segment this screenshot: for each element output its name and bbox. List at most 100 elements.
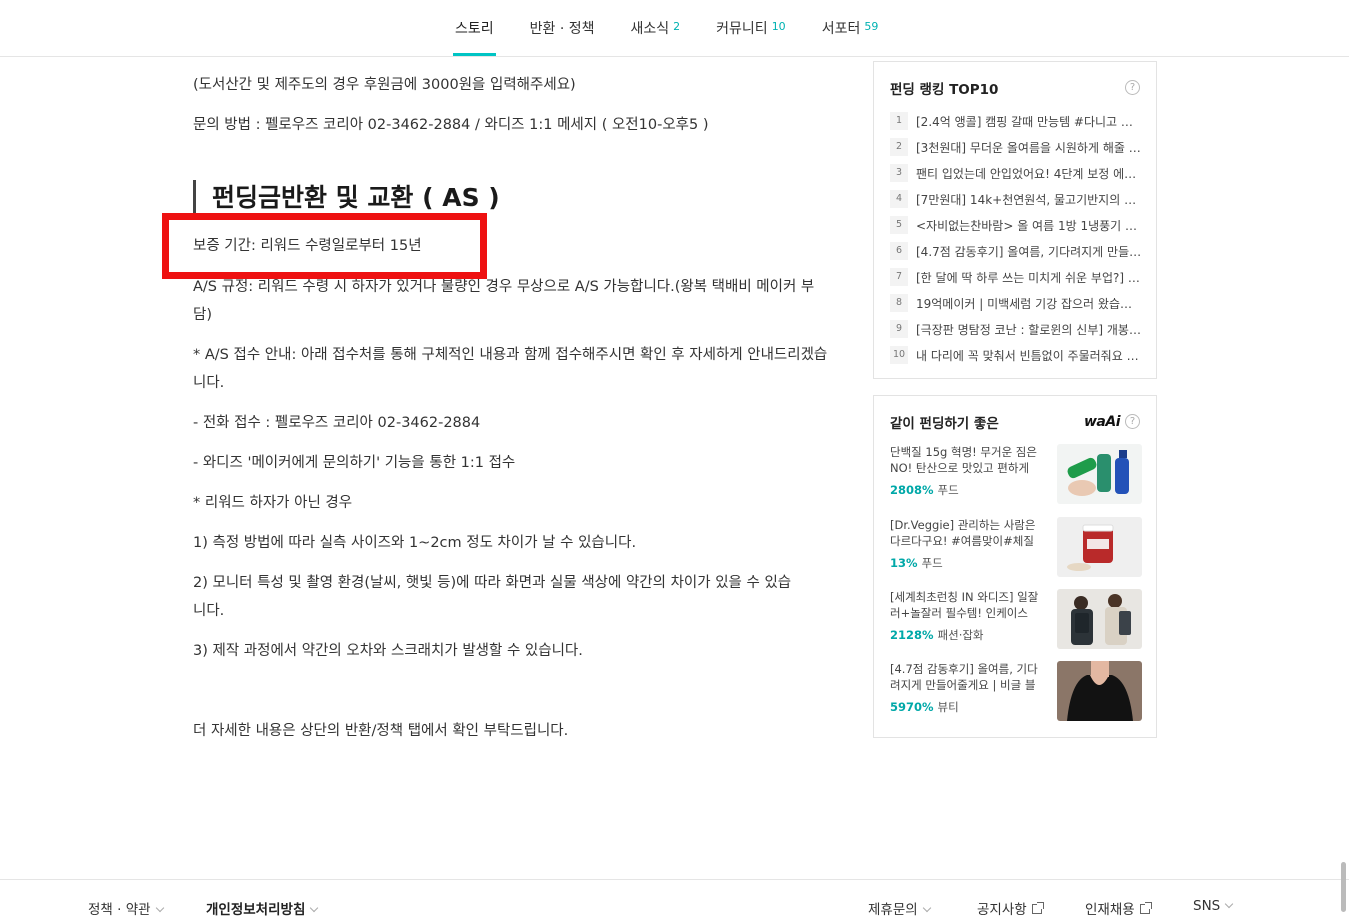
rank-title: 팬티 입었는데 안입었어요! 4단계 보정 에어 팬티	[916, 166, 1142, 181]
footer-label: 인재채용	[1085, 902, 1135, 918]
rank-title: [3천원대] 무더운 올여름을 시원하게 해줄 냉감 이불	[916, 140, 1142, 155]
category-label: 패션·잡화	[937, 628, 984, 642]
ranking-item[interactable]: 7 [한 달에 딱 하루 쓰는 미치게 쉬운 부업?] 카드	[890, 264, 1144, 290]
rank-title: 19억메이커 | 미백세럼 기강 잡으러 왔습니다	[916, 296, 1142, 311]
ranking-panel: 펀딩 랭킹 TOP10 ? 1 [2.4억 앵콜] 캠핑 갈때 만능템 #다니고 …	[873, 61, 1157, 379]
ranking-item[interactable]: 9 [극장판 명탐정 코난 : 할로윈의 신부] 개봉 기념	[890, 316, 1144, 342]
rank-title: [한 달에 딱 하루 쓰는 미치게 쉬운 부업?] 카드	[916, 270, 1142, 285]
chevron-down-icon	[1225, 899, 1234, 909]
rank-number: 9	[890, 320, 908, 338]
product-thumbnail	[1057, 444, 1142, 504]
footer-label: 개인정보처리방침	[206, 902, 306, 918]
recommend-item-meta: 2808% 푸드	[890, 482, 959, 498]
chevron-down-icon	[155, 903, 164, 913]
ranking-item[interactable]: 1 [2.4억 앵콜] 캠핑 갈때 만능템 #다니고 휴대용 캠핑 의자	[890, 108, 1144, 134]
footer-recruit-link[interactable]: 인재채용	[1085, 898, 1152, 918]
wadiz-text: - 와디즈 '메이커에게 문의하기' 기능을 통한 1:1 접수	[193, 455, 516, 471]
chevron-down-icon	[922, 903, 931, 913]
recommend-item-meta: 5970% 뷰티	[890, 699, 959, 715]
ranking-item[interactable]: 8 19억메이커 | 미백세럼 기강 잡으러 왔습니다	[890, 290, 1144, 316]
footer-label: 공지사항	[977, 902, 1027, 918]
story-text: (도서산간 및 제주도의 경우 후원금에 3000원을 입력해주세요)	[193, 77, 576, 93]
as-guide-text: * A/S 접수 안내: 아래 접수처를 통해 구체적인 내용과 함께 접수해주…	[193, 347, 828, 391]
tab-label: 커뮤니티	[716, 21, 768, 37]
help-icon[interactable]: ?	[1125, 80, 1140, 95]
tab-community[interactable]: 커뮤니티 10	[716, 0, 786, 56]
tab-story[interactable]: 스토리	[453, 0, 496, 56]
rank-title: [7만원대] 14k+천연원석, 물고기반지의 의미	[916, 192, 1142, 207]
category-label: 푸드	[937, 483, 959, 497]
ranking-item[interactable]: 6 [4.7점 감동후기] 올여름, 기다려지게 만들어줄게요	[890, 238, 1144, 264]
footer-sns-menu[interactable]: SNS	[1193, 898, 1234, 914]
rank-number: 1	[890, 112, 908, 130]
recommend-item-title: [4.7점 감동후기] 올여름, 기다려지게 만들어줄게요 | 비글 블라우스	[890, 662, 1038, 692]
tab-refund-policy[interactable]: 반환 · 정책	[530, 0, 595, 56]
ranking-title: 펀딩 랭킹 TOP10	[890, 82, 999, 98]
waai-logo: waAi	[1083, 414, 1121, 430]
rank-number: 7	[890, 268, 908, 286]
external-link-icon	[1139, 902, 1152, 914]
ranking-list: 1 [2.4억 앵콜] 캠핑 갈때 만능템 #다니고 휴대용 캠핑 의자 2 [3천…	[890, 108, 1144, 368]
recommend-item-title: [세계최초런칭 IN 와디즈] 일잘러+놀잘러 필수템! 인케이스 백팩	[890, 590, 1039, 620]
recommend-panel: 같이 펀딩하기 좋은 waAi ? 단백질 15g 혁명! 무거운 짐은 NO!…	[873, 395, 1157, 738]
highlight-box	[162, 213, 487, 279]
rank-title: [4.7점 감동후기] 올여름, 기다려지게 만들어줄게요	[916, 244, 1142, 259]
recommend-item-title: 단백질 15g 혁명! 무거운 짐은 NO! 탄산으로 맛있고 편하게 마시는 …	[890, 445, 1037, 475]
footer-privacy-menu[interactable]: 개인정보처리방침	[206, 898, 319, 918]
recommend-item-title: [Dr.Veggie] 관리하는 사람은 다르다구요! #여름맞이#체질개선	[890, 518, 1036, 548]
footer: 정책 · 약관 개인정보처리방침 제휴문의 공지사항 인재채용 SNS	[0, 879, 1349, 920]
footer-policy-menu[interactable]: 정책 · 약관	[88, 898, 164, 918]
as-rule-text: A/S 규정: 리워드 수령 시 하자가 있거나 불량인 경우 무상으로 A/S…	[193, 279, 815, 323]
footer-label: SNS	[1193, 898, 1221, 914]
tab-news[interactable]: 새소식 2	[631, 0, 681, 56]
phone-text: - 전화 접수 : 펠로우즈 코리아 02-3462-2884	[193, 415, 481, 431]
external-link-icon	[1031, 902, 1044, 914]
section-heading-wrap: 펀딩금반환 및 교환 ( AS )	[193, 180, 500, 216]
rank-title: <자비없는찬바람> 올 여름 1방 1냉풍기 하나로	[916, 218, 1142, 233]
tab-label: 서포터	[821, 21, 861, 37]
tab-count: 2	[673, 20, 681, 33]
tab-count: 59	[864, 20, 879, 33]
product-thumbnail	[1057, 661, 1142, 721]
top-tab-bar: 스토리 반환 · 정책 새소식 2 커뮤니티 10 서포터 59	[0, 0, 1349, 57]
ranking-item[interactable]: 3 팬티 입었는데 안입었어요! 4단계 보정 에어 팬티	[890, 160, 1144, 186]
help-icon[interactable]: ?	[1125, 414, 1140, 429]
note-3: 3) 제작 과정에서 약간의 오차와 스크래치가 발생할 수 있습니다.	[193, 643, 583, 659]
funding-percent: 5970%	[890, 700, 934, 714]
tab-label: 새소식	[630, 21, 670, 37]
more-info-text: 더 자세한 내용은 상단의 반환/정책 탭에서 확인 부탁드립니다.	[193, 723, 569, 739]
rank-number: 10	[890, 346, 908, 364]
footer-label: 제휴문의	[868, 902, 918, 918]
recommend-item[interactable]: [Dr.Veggie] 관리하는 사람은 다르다구요! #여름맞이#체질개선 1…	[890, 517, 1142, 579]
tab-supporters[interactable]: 서포터 59	[822, 0, 879, 56]
scrollbar[interactable]	[1341, 862, 1346, 912]
funding-percent: 13%	[890, 556, 918, 570]
rank-title: [2.4억 앵콜] 캠핑 갈때 만능템 #다니고 휴대용 캠핑 의자	[916, 114, 1142, 129]
rank-number: 6	[890, 242, 908, 260]
footer-notice-link[interactable]: 공지사항	[977, 898, 1044, 918]
product-thumbnail	[1057, 589, 1142, 649]
recommend-title: 같이 펀딩하기 좋은	[890, 416, 999, 432]
recommend-item[interactable]: [세계최초런칭 IN 와디즈] 일잘러+놀잘러 필수템! 인케이스 백팩 212…	[890, 589, 1142, 651]
rank-title: 내 다리에 꼭 맞춰서 빈틈없이 주물러줘요 | 마사지기	[916, 348, 1142, 363]
category-label: 뷰티	[937, 700, 959, 714]
recommend-item[interactable]: [4.7점 감동후기] 올여름, 기다려지게 만들어줄게요 | 비글 블라우스 …	[890, 661, 1142, 723]
tabs: 스토리 반환 · 정책 새소식 2 커뮤니티 10 서포터 59	[453, 0, 914, 56]
tab-count: 10	[771, 20, 786, 33]
funding-percent: 2128%	[890, 628, 934, 642]
ranking-item[interactable]: 5 <자비없는찬바람> 올 여름 1방 1냉풍기 하나로	[890, 212, 1144, 238]
chevron-down-icon	[310, 903, 319, 913]
section-heading: 펀딩금반환 및 교환 ( AS )	[212, 183, 500, 212]
footer-partnership-menu[interactable]: 제휴문의	[868, 898, 931, 918]
rank-number: 5	[890, 216, 908, 234]
recommend-item[interactable]: 단백질 15g 혁명! 무거운 짐은 NO! 탄산으로 맛있고 편하게 마시는 …	[890, 444, 1142, 506]
ranking-item[interactable]: 2 [3천원대] 무더운 올여름을 시원하게 해줄 냉감 이불	[890, 134, 1144, 160]
tab-label: 반환 · 정책	[529, 21, 595, 37]
category-label: 푸드	[921, 556, 943, 570]
not-defect-text: * 리워드 하자가 아닌 경우	[193, 495, 353, 511]
rank-number: 8	[890, 294, 908, 312]
ranking-item[interactable]: 4 [7만원대] 14k+천연원석, 물고기반지의 의미	[890, 186, 1144, 212]
product-thumbnail	[1057, 517, 1142, 577]
ranking-item[interactable]: 10 내 다리에 꼭 맞춰서 빈틈없이 주물러줘요 | 마사지기	[890, 342, 1144, 368]
rank-number: 2	[890, 138, 908, 156]
